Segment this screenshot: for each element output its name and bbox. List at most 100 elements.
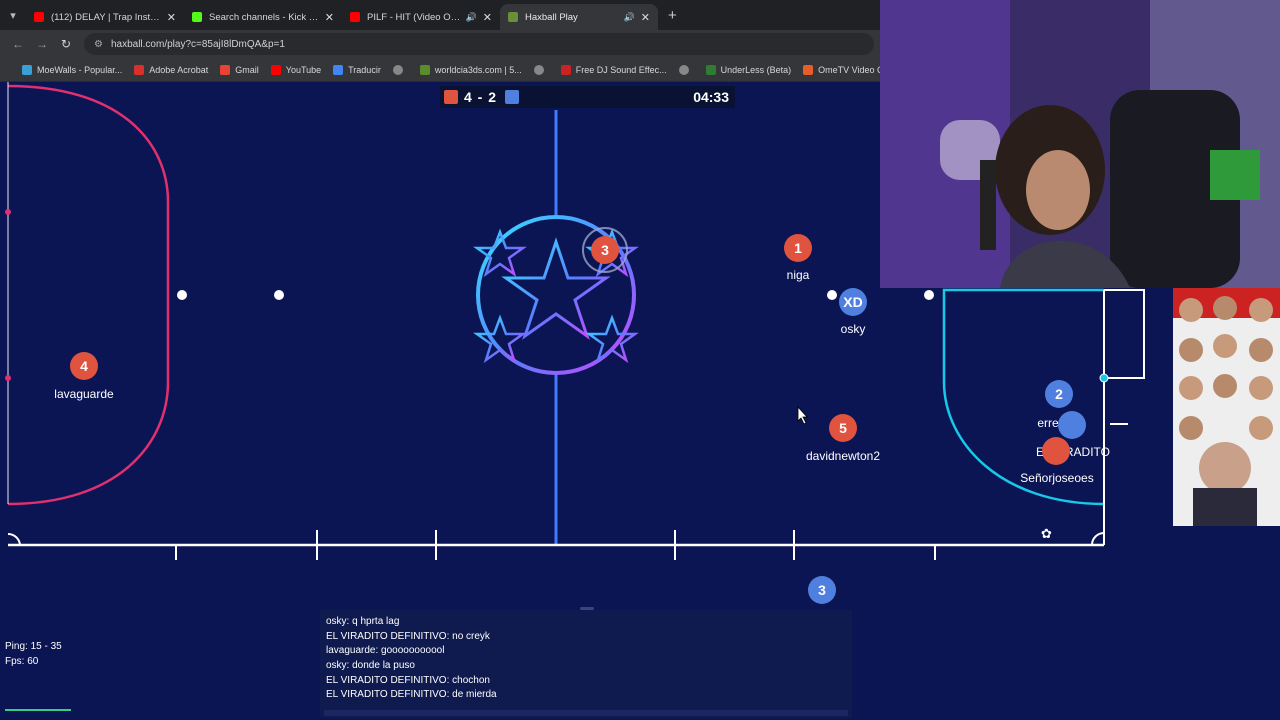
translate-icon xyxy=(333,64,344,75)
url-text: haxball.com/play?c=85ajI8lDmQA&p=1 xyxy=(110,38,285,50)
tab-title: Search channels - Kick Streaming xyxy=(209,11,319,23)
bookmark-icon xyxy=(419,64,430,75)
webcam-overlay xyxy=(880,0,1280,288)
address-bar-row: ← → ↻ ⚙ haxball.com/play?c=85ajI8lDmQA&p… xyxy=(0,30,880,58)
player-disc: 4 xyxy=(70,352,98,380)
chat-message: EL VIRADITO DEFINITIVO: de mierda xyxy=(326,689,497,701)
chat-message: osky: q hprta lag xyxy=(326,616,400,627)
player-disc: 2 xyxy=(1045,380,1073,408)
bookmark-label: UnderLess (Beta) xyxy=(720,64,792,75)
tab-pilf[interactable]: PILF - HIT (Video Oficial) - YouTube 🔊 ✕ xyxy=(342,4,500,30)
network-stats: Ping: 15 - 35 Fps: 60 xyxy=(5,639,62,669)
player-disc: 3 xyxy=(808,576,836,604)
globe-icon xyxy=(392,64,403,75)
bookmark-label: YouTube xyxy=(285,64,322,75)
bookmark-globe[interactable] xyxy=(392,64,408,75)
player-disc xyxy=(1058,411,1086,439)
bookmark-moewalls[interactable]: MoeWalls - Popular... xyxy=(22,64,123,75)
bookmark-worldcia[interactable]: worldcia3ds.com | 5... xyxy=(419,64,522,75)
youtube-icon xyxy=(560,64,571,75)
player-disc: 1 xyxy=(784,234,812,262)
faces-collage-image xyxy=(1173,288,1280,526)
youtube-icon xyxy=(350,12,360,22)
player-number: 3 xyxy=(818,582,826,598)
player-name: niga xyxy=(786,268,810,282)
globe-icon xyxy=(678,64,689,75)
player-disc: 3 xyxy=(591,236,619,264)
screen: ▾ (112) DELAY | Trap Instrumental ✕ Sear… xyxy=(0,0,1280,720)
bookmark-label: Free DJ Sound Effec... xyxy=(575,64,667,75)
bookmark-label: Adobe Acrobat xyxy=(149,64,209,75)
blue-team-square xyxy=(505,90,520,104)
player-number: 2 xyxy=(1055,386,1063,402)
bookmarks-bar: MoeWalls - Popular... Adobe Acrobat Gmai… xyxy=(0,58,904,82)
bookmark-icon xyxy=(22,64,32,75)
bookmark-youtube[interactable]: YouTube xyxy=(270,64,322,75)
forward-arrow-icon[interactable]: → xyxy=(30,37,54,51)
tab-title: Haxball Play xyxy=(525,11,578,23)
ping-readout: Ping: 15 - 35 xyxy=(5,641,62,652)
new-tab-plus-icon[interactable]: + xyxy=(668,7,677,24)
collage-picture xyxy=(1173,288,1280,526)
bookmark-freedj[interactable]: Free DJ Sound Effec... xyxy=(560,64,667,75)
tab-strip: ▾ (112) DELAY | Trap Instrumental ✕ Sear… xyxy=(0,0,880,30)
red-team-square xyxy=(444,90,458,104)
bookmark-icon xyxy=(803,64,814,75)
tab-delay[interactable]: (112) DELAY | Trap Instrumental ✕ xyxy=(26,4,184,30)
bookmark-label: Gmail xyxy=(235,64,259,75)
player-name: osky xyxy=(840,322,866,336)
tab-haxball[interactable]: Haxball Play 🔊 ✕ xyxy=(500,4,658,30)
bookmark-label: worldcia3ds.com | 5... xyxy=(434,64,522,75)
close-tab-icon[interactable]: ✕ xyxy=(325,11,334,24)
player-disc xyxy=(1042,437,1070,465)
bookmark-icon xyxy=(705,64,716,75)
chat-input[interactable] xyxy=(324,710,848,716)
player-number: 4 xyxy=(80,358,88,374)
player-number: 5 xyxy=(839,420,847,436)
fps-graph xyxy=(5,705,71,711)
chat-message: EL VIRADITO DEFINITIVO: chochon xyxy=(326,674,490,686)
speaker-icon[interactable]: 🔊 xyxy=(624,12,635,23)
kick-icon xyxy=(192,12,202,22)
chat-message: lavaguarde: gooooooooool xyxy=(326,645,445,657)
scoreboard: 4 - 2 04:33 xyxy=(440,86,735,108)
streamer-camera-image xyxy=(880,0,1280,288)
match-timer: 04:33 xyxy=(693,89,729,105)
bookmark-traducir[interactable]: Traducir xyxy=(333,64,381,75)
bookmark-globe[interactable] xyxy=(533,64,549,75)
player-name: Señorjoseoes xyxy=(1020,471,1094,485)
close-tab-icon[interactable]: ✕ xyxy=(167,11,176,24)
globe-icon xyxy=(533,64,544,75)
acrobat-icon xyxy=(134,64,145,75)
bookmark-adobe[interactable]: Adobe Acrobat xyxy=(134,64,209,75)
chat-box: osky: q hprta lag EL VIRADITO DEFINITIVO… xyxy=(320,607,852,718)
back-arrow-icon[interactable]: ← xyxy=(6,37,30,51)
tab-search-icon[interactable]: ▾ xyxy=(0,0,26,30)
haxball-icon xyxy=(508,12,518,22)
fps-readout: Fps: 60 xyxy=(5,656,39,667)
gmail-icon xyxy=(220,64,231,75)
chat-message: EL VIRADITO DEFINITIVO: no creyk xyxy=(326,630,490,642)
bookmark-label: Traducir xyxy=(348,64,381,75)
player-name: erre xyxy=(1037,416,1059,430)
chat-resize-handle[interactable] xyxy=(580,607,594,610)
close-tab-icon[interactable]: ✕ xyxy=(641,11,650,24)
player-disc: 5 xyxy=(829,414,857,442)
player-name: lavaguarde xyxy=(54,387,114,401)
youtube-icon xyxy=(270,64,281,75)
bookmark-globe[interactable] xyxy=(678,64,694,75)
reload-icon[interactable]: ↻ xyxy=(54,37,78,51)
match-score: 4 - 2 xyxy=(464,89,498,105)
site-settings-icon[interactable]: ⚙ xyxy=(94,39,103,50)
bookmark-gmail[interactable]: Gmail xyxy=(220,64,259,75)
player-number: 3 xyxy=(601,242,609,258)
close-tab-icon[interactable]: ✕ xyxy=(483,11,492,24)
tab-kick[interactable]: Search channels - Kick Streaming ✕ xyxy=(184,4,342,30)
bookmark-label: MoeWalls - Popular... xyxy=(37,64,123,75)
speaker-icon[interactable]: 🔊 xyxy=(466,12,477,23)
player-number: XD xyxy=(843,294,863,310)
tab-title: (112) DELAY | Trap Instrumental xyxy=(51,11,161,23)
bookmark-underless[interactable]: UnderLess (Beta) xyxy=(705,64,792,75)
url-input[interactable]: ⚙ haxball.com/play?c=85ajI8lDmQA&p=1 xyxy=(84,33,874,55)
youtube-icon xyxy=(34,12,44,22)
